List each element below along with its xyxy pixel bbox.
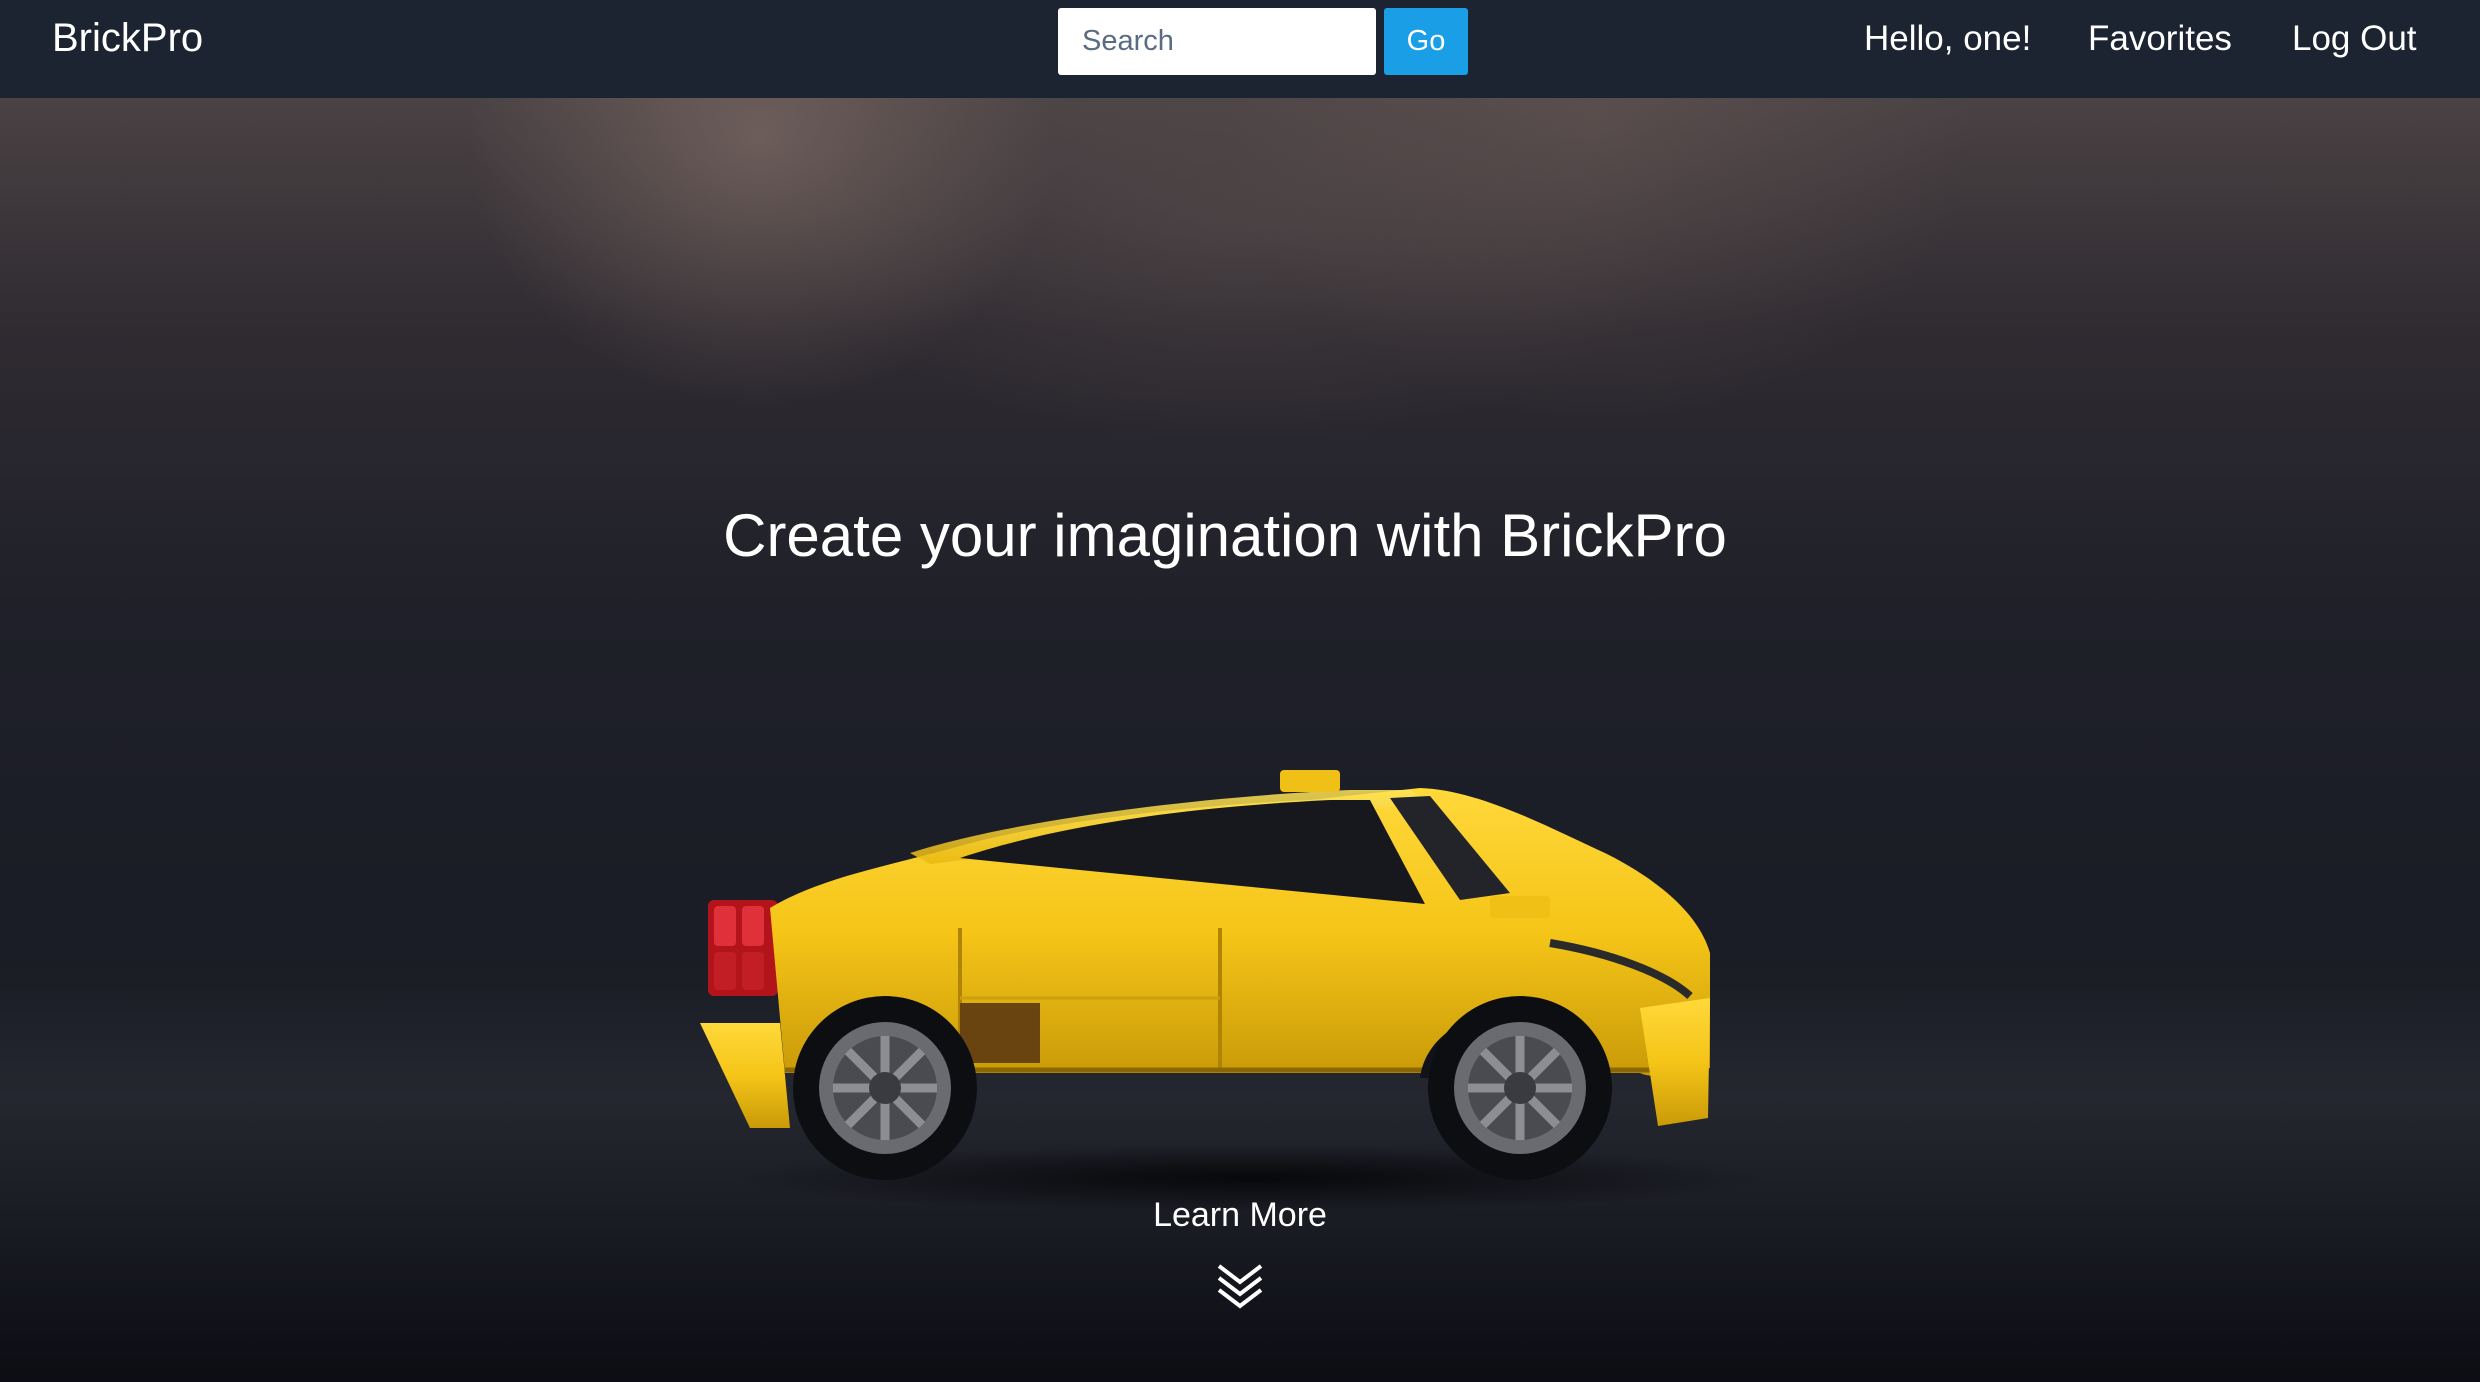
double-chevron-down-icon (1217, 1264, 1263, 1309)
hero-section: Create your imagination with BrickPro Le… (0, 98, 2480, 1382)
hero-title: Create your imagination with BrickPro (723, 502, 1727, 569)
go-button[interactable]: Go (1384, 8, 1468, 75)
nav-link-log-out[interactable]: Log Out (2292, 17, 2417, 61)
learn-more-label: Learn More (1153, 1196, 1327, 1234)
nav-link-favorites[interactable]: Favorites (2088, 17, 2232, 61)
top-navbar: BrickPro Go Hello, one! Favorites Log Ou… (0, 0, 2480, 98)
brand-logo[interactable]: BrickPro (52, 14, 203, 62)
page: BrickPro Go Hello, one! Favorites Log Ou… (0, 0, 2480, 1382)
hero-car-image (700, 770, 1770, 1212)
nav-link-greeting[interactable]: Hello, one! (1864, 17, 2031, 61)
search-input[interactable] (1058, 8, 1376, 75)
learn-more-link[interactable]: Learn More (1100, 1194, 1380, 1312)
